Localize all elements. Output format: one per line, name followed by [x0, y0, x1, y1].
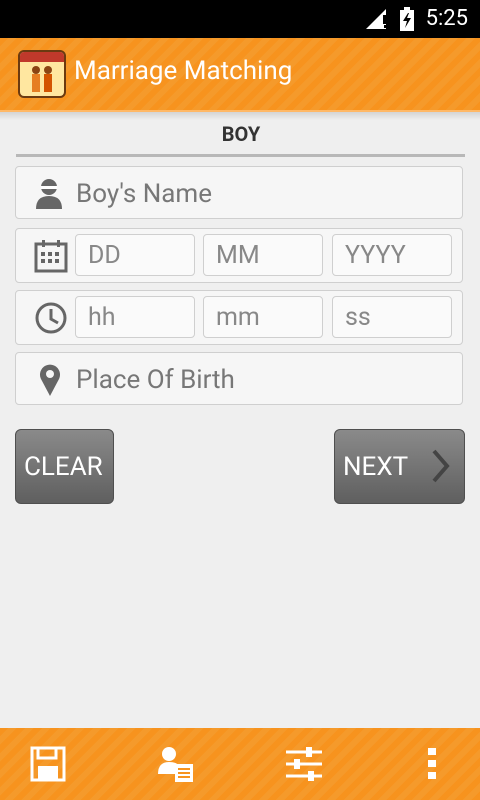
day-input[interactable]: DD: [75, 234, 195, 276]
actionbar-shadow: [0, 112, 480, 120]
battery-icon: [400, 7, 414, 31]
save-icon[interactable]: [30, 746, 66, 782]
name-field[interactable]: Boy's Name: [15, 166, 463, 219]
clear-button[interactable]: CLEAR: [15, 429, 114, 504]
time-field: hh mm ss: [15, 290, 463, 345]
signal-icon: [366, 9, 386, 29]
next-button-label: NEXT: [343, 452, 409, 482]
status-time: 5:25: [425, 6, 468, 31]
overflow-menu-icon[interactable]: [428, 746, 436, 782]
hour-input[interactable]: hh: [75, 296, 195, 338]
action-bar: Marriage Matching: [0, 38, 480, 112]
date-field: DD MM YYYY: [15, 228, 463, 283]
clear-button-label: CLEAR: [24, 452, 103, 482]
clock-icon: [35, 302, 67, 334]
chevron-right-icon: [432, 449, 450, 483]
profile-list-icon[interactable]: [157, 746, 195, 784]
place-placeholder: Place Of Birth: [76, 365, 235, 395]
location-pin-icon: [40, 364, 60, 396]
section-divider: [16, 154, 465, 157]
minute-input[interactable]: mm: [203, 296, 323, 338]
section-title: BOY: [221, 122, 261, 146]
next-button[interactable]: NEXT: [334, 429, 465, 504]
app-title: Marriage Matching: [74, 56, 293, 86]
second-input[interactable]: ss: [332, 296, 452, 338]
status-bar: 5:25: [0, 0, 480, 38]
bottom-toolbar: [0, 728, 480, 800]
calendar-icon: [34, 240, 68, 273]
app-icon[interactable]: [18, 50, 66, 98]
name-placeholder: Boy's Name: [76, 179, 213, 209]
year-input[interactable]: YYYY: [332, 234, 452, 276]
person-icon: [36, 179, 62, 209]
sliders-icon[interactable]: [286, 746, 322, 782]
month-input[interactable]: MM: [203, 234, 323, 276]
place-field[interactable]: Place Of Birth: [15, 352, 463, 405]
